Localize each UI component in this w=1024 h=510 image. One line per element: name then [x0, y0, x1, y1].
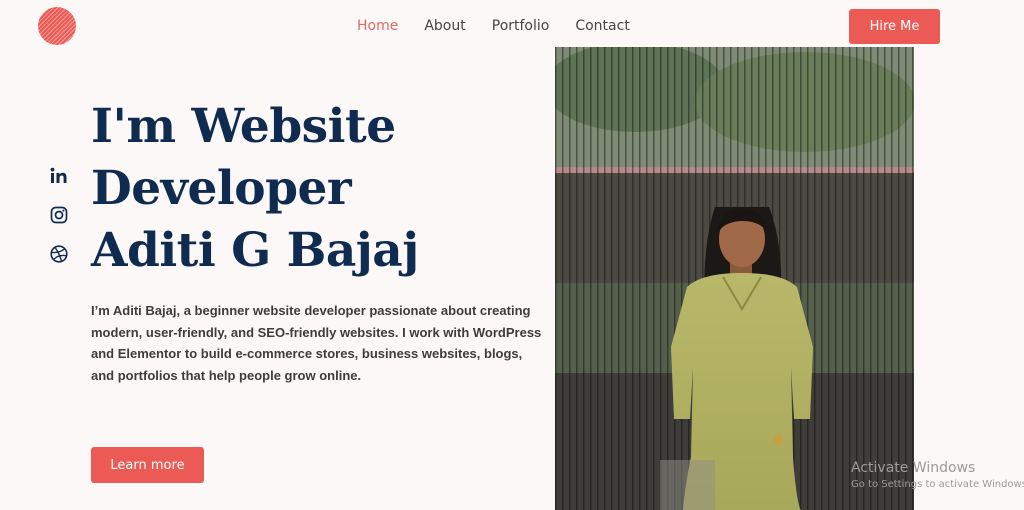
activate-windows-title: Activate Windows	[851, 460, 976, 476]
hero-title-line-2: Developer	[91, 161, 352, 216]
site-logo[interactable]	[38, 7, 76, 45]
hire-me-button[interactable]: Hire Me	[849, 9, 940, 44]
social-links	[49, 166, 69, 283]
nav-contact-link[interactable]: Contact	[575, 18, 629, 34]
linkedin-icon[interactable]	[49, 166, 69, 186]
nav-home-link[interactable]: Home	[357, 18, 398, 34]
profile-photo	[555, 47, 914, 510]
dribbble-icon[interactable]	[49, 244, 69, 264]
hero-title-line-3: Aditi G Bajaj	[91, 223, 419, 278]
hero-description: I’m Aditi Bajaj, a beginner website deve…	[91, 303, 542, 383]
learn-more-button[interactable]: Learn more	[91, 447, 204, 483]
main-nav: Home About Portfolio Contact	[357, 18, 656, 34]
activate-windows-subtitle: Go to Settings to activate Windows.	[851, 479, 1024, 490]
windows-activation-watermark: Activate Windows Go to Settings to activ…	[851, 460, 1024, 490]
profile-photo-illustration	[555, 47, 914, 510]
nav-portfolio-link[interactable]: Portfolio	[492, 18, 550, 34]
nav-about-link[interactable]: About	[424, 18, 465, 34]
hero-title: I'm Website Developer Aditi G Bajaj	[91, 96, 419, 282]
instagram-icon[interactable]	[49, 205, 69, 225]
hero-title-line-1: I'm Website	[91, 99, 396, 154]
